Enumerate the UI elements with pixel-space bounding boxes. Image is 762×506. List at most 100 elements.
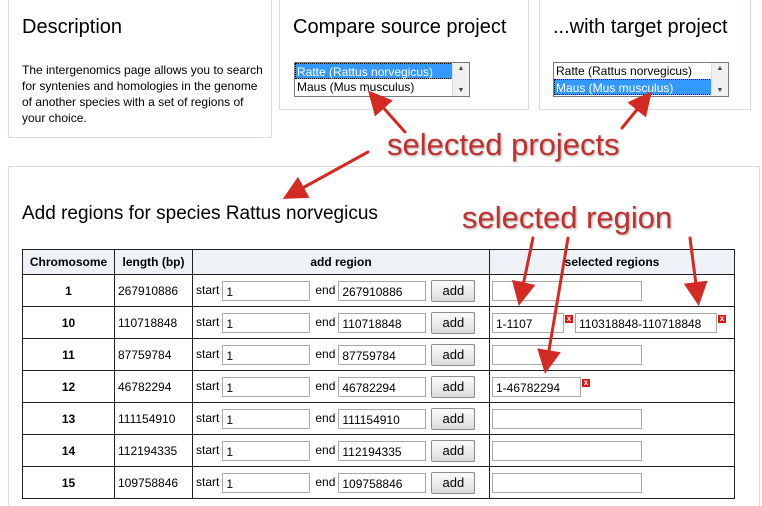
table-header-row: Chromosome length (bp) add region select…	[22, 249, 735, 275]
selected-region-field[interactable]	[492, 408, 642, 429]
selected-region-field[interactable]	[492, 280, 642, 301]
source-project-title: Compare source project	[293, 16, 507, 38]
chromosome-cell: 15	[22, 466, 115, 499]
length-cell: 109758846	[114, 466, 193, 499]
table-row: 13 111154910 start 1 end 111154910 add	[22, 402, 735, 435]
start-input[interactable]: 1	[222, 472, 311, 493]
source-option[interactable]: Maus (Mus musculus)	[295, 79, 469, 95]
remove-region-icon[interactable]: x	[582, 378, 590, 387]
chromosome-cell: 10	[22, 306, 115, 339]
header-selected-regions: selected regions	[489, 249, 735, 275]
add-button[interactable]: add	[431, 279, 476, 302]
scroll-down-icon[interactable]: ▼	[712, 87, 728, 94]
add-button[interactable]: add	[431, 471, 476, 494]
add-button[interactable]: add	[431, 375, 476, 398]
end-input[interactable]: 109758846	[338, 472, 427, 493]
header-add-region: add region	[192, 249, 490, 275]
start-label: start	[196, 346, 220, 361]
source-project-select[interactable]: Ratte (Rattus norvegicus) Maus (Mus musc…	[294, 62, 470, 97]
add-button[interactable]: add	[431, 343, 476, 366]
remove-region-icon[interactable]: x	[718, 314, 726, 323]
selected-region-field[interactable]	[492, 472, 642, 493]
add-region-cell: start 1 end 46782294 add	[192, 370, 490, 403]
start-label: start	[196, 282, 220, 297]
selected-regions-cell	[489, 338, 735, 371]
selected-regions-cell	[489, 274, 735, 307]
scroll-up-icon[interactable]: ▲	[712, 65, 728, 72]
add-region-cell: start 1 end 110718848 add	[192, 306, 490, 339]
regions-table: Chromosome length (bp) add region select…	[22, 249, 735, 499]
length-cell: 267910886	[114, 274, 193, 307]
end-label: end	[315, 378, 336, 393]
table-row: 15 109758846 start 1 end 109758846 add	[22, 466, 735, 499]
target-option[interactable]: Maus (Mus musculus)	[554, 79, 728, 95]
target-project-title: ...with target project	[553, 16, 728, 38]
listbox-scrollbar[interactable]: ▲ ▼	[711, 63, 728, 96]
start-label: start	[196, 442, 220, 457]
length-cell: 110718848	[114, 306, 193, 339]
source-project-panel: Compare source project Ratte (Rattus nor…	[279, 0, 529, 110]
end-input[interactable]: 267910886	[338, 280, 427, 301]
chromosome-cell: 11	[22, 338, 115, 371]
table-row: 12 46782294 start 1 end 46782294 add 1-46782294…	[22, 370, 735, 403]
selected-region-field[interactable]: 110318848-110718848	[575, 312, 717, 333]
selected-region-field[interactable]: 1-1107	[492, 312, 564, 333]
table-row: 11 87759784 start 1 end 87759784 add	[22, 338, 735, 371]
selected-regions-cell: 1-46782294 x	[489, 370, 735, 403]
table-row: 10 110718848 start 1 end 110718848 add 1-1107 x 1…	[22, 306, 735, 339]
end-input[interactable]: 87759784	[338, 344, 427, 365]
add-button[interactable]: add	[431, 407, 476, 430]
selected-regions-cell	[489, 402, 735, 435]
end-input[interactable]: 110718848	[338, 312, 427, 333]
end-label: end	[315, 282, 336, 297]
target-project-select[interactable]: Ratte (Rattus norvegicus) Maus (Mus musc…	[553, 62, 729, 97]
table-row: 14 112194335 start 1 end 112194335 add	[22, 434, 735, 467]
length-cell: 46782294	[114, 370, 193, 403]
selected-region-field[interactable]: 1-46782294	[492, 376, 581, 397]
end-input[interactable]: 46782294	[338, 376, 427, 397]
chromosome-cell: 13	[22, 402, 115, 435]
end-label: end	[315, 410, 336, 425]
add-button[interactable]: add	[431, 311, 476, 334]
length-cell: 112194335	[114, 434, 193, 467]
add-button[interactable]: add	[431, 439, 476, 462]
remove-region-icon[interactable]: x	[565, 314, 573, 323]
listbox-scrollbar[interactable]: ▲ ▼	[452, 63, 469, 96]
selected-region-field[interactable]	[492, 440, 642, 461]
scroll-up-icon[interactable]: ▲	[453, 65, 469, 72]
end-label: end	[315, 442, 336, 457]
source-option[interactable]: Ratte (Rattus norvegicus)	[295, 63, 469, 79]
end-label: end	[315, 474, 336, 489]
add-region-cell: start 1 end 87759784 add	[192, 338, 490, 371]
scroll-down-icon[interactable]: ▼	[453, 87, 469, 94]
start-input[interactable]: 1	[222, 344, 311, 365]
add-region-cell: start 1 end 267910886 add	[192, 274, 490, 307]
end-input[interactable]: 111154910	[338, 408, 427, 429]
chromosome-cell: 12	[22, 370, 115, 403]
description-title: Description	[22, 16, 123, 38]
regions-table-body: 1 267910886 start 1 end 267910886 add 10 1107188…	[22, 274, 735, 499]
selected-region-field[interactable]	[492, 344, 642, 365]
start-input[interactable]: 1	[222, 280, 311, 301]
start-label: start	[196, 314, 220, 329]
start-input[interactable]: 1	[222, 408, 311, 429]
add-region-cell: start 1 end 112194335 add	[192, 434, 490, 467]
selected-regions-cell: 1-1107 x 110318848-110718848 x	[489, 306, 735, 339]
target-project-panel: ...with target project Ratte (Rattus nor…	[539, 0, 751, 110]
end-label: end	[315, 314, 336, 329]
start-label: start	[196, 410, 220, 425]
start-input[interactable]: 1	[222, 440, 311, 461]
add-region-cell: start 1 end 111154910 add	[192, 402, 490, 435]
table-row: 1 267910886 start 1 end 267910886 add	[22, 274, 735, 307]
end-input[interactable]: 112194335	[338, 440, 427, 461]
description-text: The intergenomics page allows you to sea…	[22, 63, 263, 125]
selected-regions-cell	[489, 466, 735, 499]
target-option[interactable]: Ratte (Rattus norvegicus)	[554, 63, 728, 79]
start-input[interactable]: 1	[222, 376, 311, 397]
start-input[interactable]: 1	[222, 312, 311, 333]
header-chromosome: Chromosome	[22, 249, 115, 275]
regions-title: Add regions for species Rattus norvegicu…	[22, 203, 378, 224]
annotation-selected-region: selected region	[462, 200, 673, 235]
add-region-cell: start 1 end 109758846 add	[192, 466, 490, 499]
header-length: length (bp)	[114, 249, 193, 275]
